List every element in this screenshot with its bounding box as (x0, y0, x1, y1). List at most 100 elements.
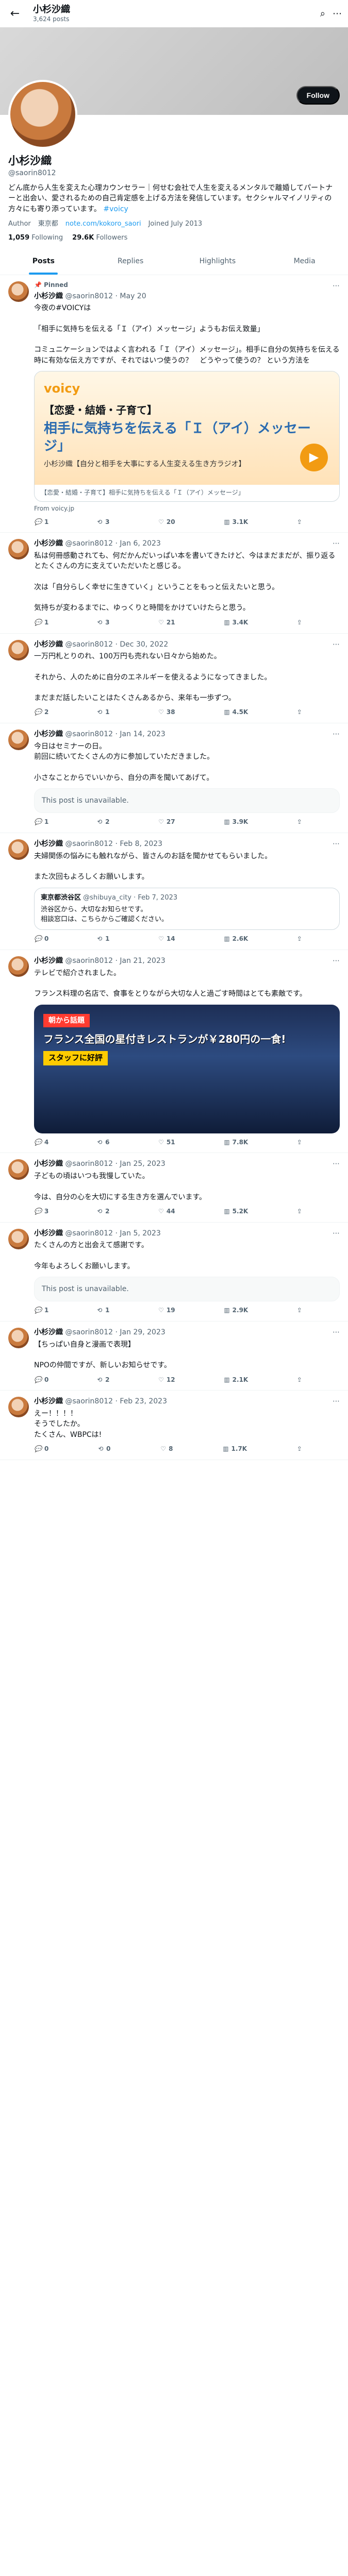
tweet-avatar[interactable] (8, 956, 29, 977)
tweet-avatar[interactable] (8, 1228, 29, 1249)
tweet-date[interactable]: Feb 23, 2023 (120, 1397, 167, 1405)
tweet[interactable]: 小杉沙織 @saorin8012 · Jan 5, 2023 ⋯ たくさんの方と出会… (0, 1223, 348, 1322)
tweet[interactable]: 小杉沙織 @saorin8012 · Jan 29, 2023 ⋯ 【ちっぱい自身と… (0, 1321, 348, 1391)
following-link[interactable]: 1,059 Following (8, 233, 63, 242)
tweet-handle[interactable]: @saorin8012 (65, 640, 113, 649)
share-button[interactable]: ⇪ (297, 1307, 302, 1315)
reply-button[interactable]: 💬 1 (34, 1307, 48, 1315)
reply-button[interactable]: 💬 1 (34, 518, 48, 527)
chart-button[interactable]: ▥ 2.6K (224, 935, 248, 943)
tweet-avatar[interactable] (8, 281, 29, 302)
share-button[interactable]: ⇪ (297, 1139, 302, 1147)
tab-media[interactable]: Media (261, 248, 348, 274)
heart-button[interactable]: ♡ 20 (158, 518, 175, 527)
tweet-date[interactable]: Jan 29, 2023 (120, 1328, 165, 1336)
chart-button[interactable]: ▥ 5.2K (224, 1208, 248, 1216)
tweet-avatar[interactable] (8, 1328, 29, 1349)
quote-tweet[interactable]: 東京都渋谷区 @shibuya_city · Feb 7, 2023 渋谷区から、… (34, 887, 340, 930)
tweet-handle[interactable]: @saorin8012 (65, 539, 113, 548)
more-icon[interactable]: ⋯ (333, 730, 340, 739)
reply-button[interactable]: 💬 3 (34, 1208, 48, 1216)
more-icon[interactable]: ⋯ (333, 839, 340, 849)
heart-button[interactable]: ♡ 14 (158, 935, 175, 943)
tweet-date[interactable]: Jan 6, 2023 (120, 539, 160, 548)
more-icon[interactable]: ⋯ (333, 1328, 340, 1337)
tweet-author-name[interactable]: 小杉沙織 (34, 1328, 63, 1336)
retweet-button[interactable]: ⟲ 6 (97, 1139, 109, 1147)
share-button[interactable]: ⇪ (297, 518, 302, 527)
more-icon[interactable]: ⋯ (333, 281, 340, 291)
more-icon[interactable]: ⋯ (333, 1397, 340, 1406)
heart-button[interactable]: ♡ 12 (158, 1376, 175, 1384)
share-button[interactable]: ⇪ (297, 1445, 302, 1453)
tweet[interactable]: 小杉沙織 @saorin8012 · Jan 21, 2023 ⋯ テレビで紹介され… (0, 950, 348, 1154)
more-icon[interactable]: ⋯ (333, 8, 342, 20)
arrow-left-icon[interactable]: ← (6, 5, 24, 23)
search-icon[interactable]: ⌕ (320, 8, 325, 20)
tweet-handle[interactable]: @saorin8012 (65, 1160, 113, 1168)
more-icon[interactable]: ⋯ (333, 1229, 340, 1238)
tweet-date[interactable]: May 20 (120, 292, 146, 300)
tweet-avatar[interactable] (8, 539, 29, 560)
heart-button[interactable]: ♡ 19 (158, 1307, 175, 1315)
retweet-button[interactable]: ⟲ 2 (97, 1376, 109, 1384)
retweet-button[interactable]: ⟲ 3 (97, 619, 109, 627)
retweet-button[interactable]: ⟲ 2 (97, 818, 109, 826)
reply-button[interactable]: 💬 0 (34, 935, 48, 943)
tweet-avatar[interactable] (8, 639, 29, 660)
tab-highlights[interactable]: Highlights (174, 248, 261, 274)
tweet-author-name[interactable]: 小杉沙織 (34, 292, 63, 300)
tweet-date[interactable]: Jan 14, 2023 (120, 730, 165, 738)
tab-replies[interactable]: Replies (87, 248, 174, 274)
share-button[interactable]: ⇪ (297, 1208, 302, 1216)
chart-button[interactable]: ▥ 3.9K (224, 818, 248, 826)
tweet-photo[interactable]: 朝から話題 フランス全国の星付きレストランが￥280円の一食! スタッフに好評 (34, 1004, 340, 1133)
retweet-button[interactable]: ⟲ 1 (97, 708, 109, 717)
tweet-date[interactable]: Jan 21, 2023 (120, 957, 165, 965)
heart-button[interactable]: ♡ 8 (160, 1445, 173, 1453)
tweet-author-name[interactable]: 小杉沙織 (34, 1229, 63, 1238)
more-icon[interactable]: ⋯ (333, 956, 340, 965)
share-button[interactable]: ⇪ (297, 708, 302, 717)
tweet-handle[interactable]: @saorin8012 (65, 1397, 113, 1405)
chart-button[interactable]: ▥ 3.1K (224, 518, 248, 527)
share-button[interactable]: ⇪ (297, 1376, 302, 1384)
chart-button[interactable]: ▥ 2.9K (224, 1307, 248, 1315)
avatar[interactable] (8, 80, 77, 149)
play-icon[interactable]: ▶ (300, 443, 328, 471)
more-icon[interactable]: ⋯ (333, 640, 340, 649)
heart-button[interactable]: ♡ 27 (158, 818, 175, 826)
tweet[interactable]: 小杉沙織 @saorin8012 · Jan 6, 2023 ⋯ 私は何冊感動されて… (0, 533, 348, 634)
share-button[interactable]: ⇪ (297, 935, 302, 943)
tweet-avatar[interactable] (8, 730, 29, 751)
bio-tag[interactable]: #voicy (103, 205, 128, 213)
chart-button[interactable]: ▥ 4.5K (224, 708, 248, 717)
tweet-date[interactable]: Dec 30, 2022 (120, 640, 168, 649)
tweet-author-name[interactable]: 小杉沙織 (34, 1160, 63, 1168)
tweet-handle[interactable]: @saorin8012 (65, 730, 113, 738)
share-button[interactable]: ⇪ (297, 619, 302, 627)
reply-button[interactable]: 💬 1 (34, 818, 48, 826)
tweet[interactable]: 小杉沙織 @saorin8012 · Feb 23, 2023 ⋯ えー！！！！ そ… (0, 1391, 348, 1460)
tweet-handle[interactable]: @saorin8012 (65, 957, 113, 965)
reply-button[interactable]: 💬 1 (34, 619, 48, 627)
link-card[interactable]: voicy 【恋愛・結婚・子育て】 相手に気持ちを伝える「Ｉ（アイ）メッセージ」 小杉… (34, 370, 340, 502)
retweet-button[interactable]: ⟲ 1 (97, 935, 109, 943)
chart-button[interactable]: ▥ 7.8K (224, 1139, 248, 1147)
chart-button[interactable]: ▥ 2.1K (224, 1376, 248, 1384)
heart-button[interactable]: ♡ 21 (158, 619, 175, 627)
tweet-author-name[interactable]: 小杉沙織 (34, 840, 63, 848)
tweet-author-name[interactable]: 小杉沙織 (34, 640, 63, 649)
more-icon[interactable]: ⋯ (333, 1159, 340, 1168)
chart-button[interactable]: ▥ 1.7K (223, 1445, 247, 1453)
tweet[interactable]: 小杉沙織 @saorin8012 · Jan 14, 2023 ⋯ 今日はセミナーの… (0, 723, 348, 834)
retweet-button[interactable]: ⟲ 3 (97, 518, 109, 527)
retweet-button[interactable]: ⟲ 0 (98, 1445, 110, 1453)
tweet-avatar[interactable] (8, 839, 29, 860)
retweet-button[interactable]: ⟲ 1 (97, 1307, 109, 1315)
heart-button[interactable]: ♡ 44 (158, 1208, 175, 1216)
share-button[interactable]: ⇪ (297, 818, 302, 826)
reply-button[interactable]: 💬 4 (34, 1139, 48, 1147)
tweet-avatar[interactable] (8, 1159, 29, 1180)
chart-button[interactable]: ▥ 3.4K (224, 619, 248, 627)
